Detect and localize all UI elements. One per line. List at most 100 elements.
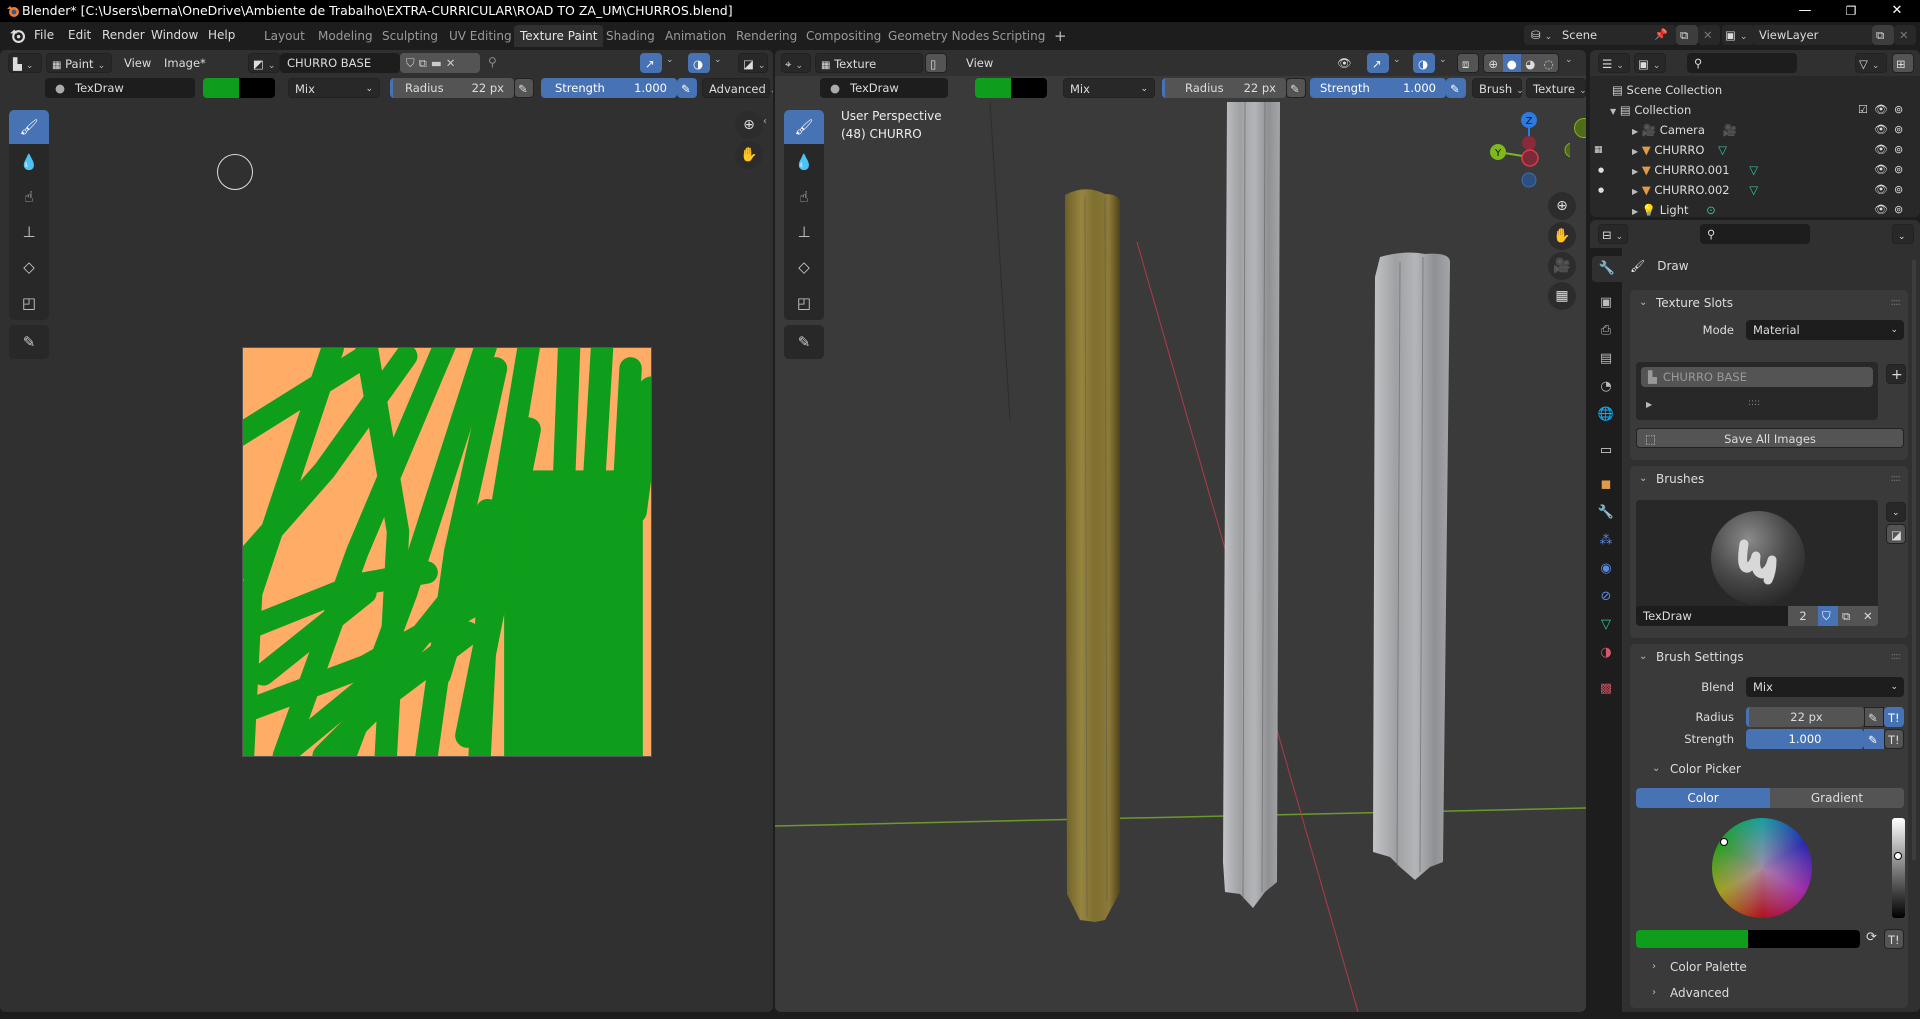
workspace-tab-geometry-nodes[interactable]: Geometry Nodes xyxy=(882,25,995,47)
workspace-tab-uv-editing[interactable]: UV Editing xyxy=(443,25,518,47)
draw-tool-icon[interactable]: 🖌 xyxy=(9,110,49,145)
menu-image[interactable]: Image* xyxy=(158,53,212,73)
menu-file[interactable]: File xyxy=(34,22,54,48)
fill-tool-icon[interactable]: ◇ xyxy=(9,250,49,285)
render-tab-icon[interactable]: ▣ xyxy=(1592,290,1620,316)
minimize-button[interactable]: — xyxy=(1782,0,1828,22)
annotate-tool-icon[interactable]: ✎ xyxy=(9,325,49,359)
perspective-toggle-icon[interactable]: ▦ xyxy=(1548,282,1576,310)
mask-tool-icon[interactable]: ◰ xyxy=(9,285,49,320)
brush-list-dropdown[interactable]: ⌄ xyxy=(1886,502,1906,522)
open-image-button[interactable]: ▬ xyxy=(431,56,446,70)
blender-menu-icon[interactable] xyxy=(10,28,25,43)
churro-002-object[interactable] xyxy=(1373,252,1450,880)
pan-view-icon[interactable]: ✋ xyxy=(1548,222,1576,250)
chevron-down-icon[interactable]: ⌄ xyxy=(1565,55,1573,65)
gizmo-x-axis[interactable] xyxy=(1521,149,1539,167)
workspace-tab-compositing[interactable]: Compositing xyxy=(800,25,887,47)
workspace-tab-animation[interactable]: Animation xyxy=(659,25,732,47)
brush-name-field[interactable]: ● TexDraw xyxy=(45,78,195,98)
navigation-gizmo[interactable]: Z Y xyxy=(1480,110,1570,200)
blend-dropdown[interactable]: Mix ⌄ xyxy=(1063,78,1155,98)
sidebar-toggle-icon[interactable]: ‹ xyxy=(763,116,767,127)
radius-pressure-button[interactable]: ✎ xyxy=(514,78,534,98)
color-swatches[interactable] xyxy=(975,78,1047,98)
zoom-view-icon[interactable]: ⊕ xyxy=(735,111,763,139)
outliner-item-churro-001[interactable]: ● ▶ ▼ CHURRO.001 ▽ 👁 ⊚ xyxy=(1590,160,1920,180)
expand-arrow-icon[interactable]: ▶ xyxy=(1632,167,1638,176)
unified-color-button[interactable]: T! xyxy=(1884,929,1904,949)
outliner-item-churro-002[interactable]: ● ▶ ▼ CHURRO.002 ▽ 👁 ⊚ xyxy=(1590,180,1920,200)
strength-unified-button[interactable]: T! xyxy=(1884,729,1904,749)
image-canvas[interactable] xyxy=(242,347,652,757)
gizmo-toggle-button[interactable]: ↗ xyxy=(1367,53,1389,73)
overlay-button[interactable]: ◑ xyxy=(688,53,710,73)
brush-menu-dropdown[interactable]: Brush ⌄ xyxy=(1472,78,1524,98)
secondary-color-swatch[interactable] xyxy=(1011,78,1047,98)
add-workspace-button[interactable]: + xyxy=(1048,25,1073,47)
add-texture-slot-button[interactable]: + xyxy=(1886,364,1906,384)
workspace-tab-rendering[interactable]: Rendering xyxy=(730,25,803,47)
churro-object[interactable] xyxy=(1065,189,1120,922)
xray-toggle-button[interactable]: ⧈ xyxy=(1457,53,1479,73)
expand-arrow-icon[interactable]: ▶ xyxy=(1646,400,1652,409)
fake-user-button[interactable]: ⛉ xyxy=(1818,606,1838,626)
chevron-down-icon[interactable]: ⌄ xyxy=(1439,55,1447,65)
strength-slider[interactable]: Strength 1.000 xyxy=(1310,78,1446,98)
mode-dropdown[interactable]: ▦ Texture Paint⌄ xyxy=(815,53,923,93)
strength-slider[interactable]: 1.000 xyxy=(1746,729,1864,749)
options-dropdown[interactable]: ⌄ xyxy=(1892,224,1914,244)
viewlayer-type-dropdown[interactable]: ▣ ⌄ xyxy=(1722,25,1754,45)
brush-settings-header[interactable]: ⌄ Brush Settings:::: xyxy=(1630,644,1908,670)
filter-dropdown[interactable]: ▽ ⌄ xyxy=(1855,53,1887,73)
constraints-tab-icon[interactable]: ⊘ xyxy=(1592,584,1620,610)
expand-arrow-icon[interactable]: ▶ xyxy=(1632,147,1638,156)
unlink-brush-button[interactable]: ✕ xyxy=(1858,606,1878,626)
radius-slider[interactable]: Radius 22 px xyxy=(390,78,514,98)
blend-dropdown[interactable]: Mix ⌄ xyxy=(1746,677,1904,697)
workspace-tab-scripting[interactable]: Scripting xyxy=(986,25,1051,47)
delete-scene-button[interactable]: ✕ xyxy=(1698,25,1720,45)
strength-pressure-button[interactable]: ✎ xyxy=(1446,78,1466,98)
editor-type-dropdown[interactable]: ⌖ ⌄ xyxy=(781,53,811,73)
mask-tool-icon[interactable]: ◰ xyxy=(784,285,824,320)
chevron-down-icon[interactable]: ⌄ xyxy=(1393,55,1401,65)
mode-dropdown[interactable]: Material ⌄ xyxy=(1746,320,1904,340)
texture-slot-item[interactable]: ▙ CHURRO BASE xyxy=(1641,367,1873,387)
outliner-collection[interactable]: ▼ ▤ Collection ☑ 👁 ⊚ xyxy=(1590,100,1920,120)
editor-type-dropdown[interactable]: ⊟ ⌄ xyxy=(1598,224,1628,244)
expand-arrow-icon[interactable]: ▶ xyxy=(1632,127,1638,136)
viewport-canvas[interactable] xyxy=(775,102,1586,1012)
editor-type-dropdown[interactable]: ▙ ⌄ xyxy=(8,53,42,73)
mask-toggle-button[interactable]: ▯ xyxy=(925,53,947,73)
eye-icon[interactable]: 👁 xyxy=(1874,180,1888,200)
drag-grip-icon[interactable]: :::: xyxy=(1891,644,1902,670)
smear-tool-icon[interactable]: ☝ xyxy=(9,180,49,215)
new-viewlayer-button[interactable]: ⧉ xyxy=(1872,25,1894,45)
secondary-color-swatch[interactable] xyxy=(1748,930,1860,948)
rendered-shading-icon[interactable]: ◌ xyxy=(1540,54,1559,72)
tool-tab-icon[interactable]: 🔧 xyxy=(1592,256,1622,282)
physics-tab-icon[interactable]: ◉ xyxy=(1592,556,1620,582)
eye-icon[interactable]: 👁 xyxy=(1874,200,1888,217)
drag-grip-icon[interactable]: :::: xyxy=(1891,466,1902,492)
delete-viewlayer-button[interactable]: ✕ xyxy=(1894,25,1916,45)
gradient-tab[interactable]: Gradient xyxy=(1770,788,1904,808)
eye-icon[interactable]: 👁 xyxy=(1874,120,1888,140)
properties-search-input[interactable]: ⚲ xyxy=(1700,224,1810,244)
expand-arrow-icon[interactable]: ▶ xyxy=(1632,187,1638,196)
swap-colors-icon[interactable]: ⟳ xyxy=(1866,930,1877,945)
outliner-scene-collection[interactable]: ▤ Scene Collection xyxy=(1590,80,1920,100)
brush-users-count[interactable]: 2 xyxy=(1788,606,1818,626)
resize-grip-icon[interactable]: :::: xyxy=(1748,398,1760,408)
viewlayer-name-field[interactable]: ViewLayer xyxy=(1752,25,1874,45)
advanced-header[interactable]: › Advanced xyxy=(1630,980,1908,1006)
strength-slider[interactable]: Strength 1.000 xyxy=(541,78,677,98)
gizmo-z-neg[interactable] xyxy=(1521,172,1537,188)
save-all-images-button[interactable]: ⬚ Save All Images xyxy=(1636,428,1904,448)
color-wheel[interactable] xyxy=(1712,818,1812,918)
strength-pressure-button[interactable]: ✎ xyxy=(677,78,697,98)
texture-slots-header[interactable]: ⌄ Texture Slots:::: xyxy=(1630,290,1908,316)
outliner-search-input[interactable]: ⚲ xyxy=(1687,53,1797,73)
editor-type-dropdown[interactable]: ☰ ⌄ xyxy=(1598,53,1630,73)
